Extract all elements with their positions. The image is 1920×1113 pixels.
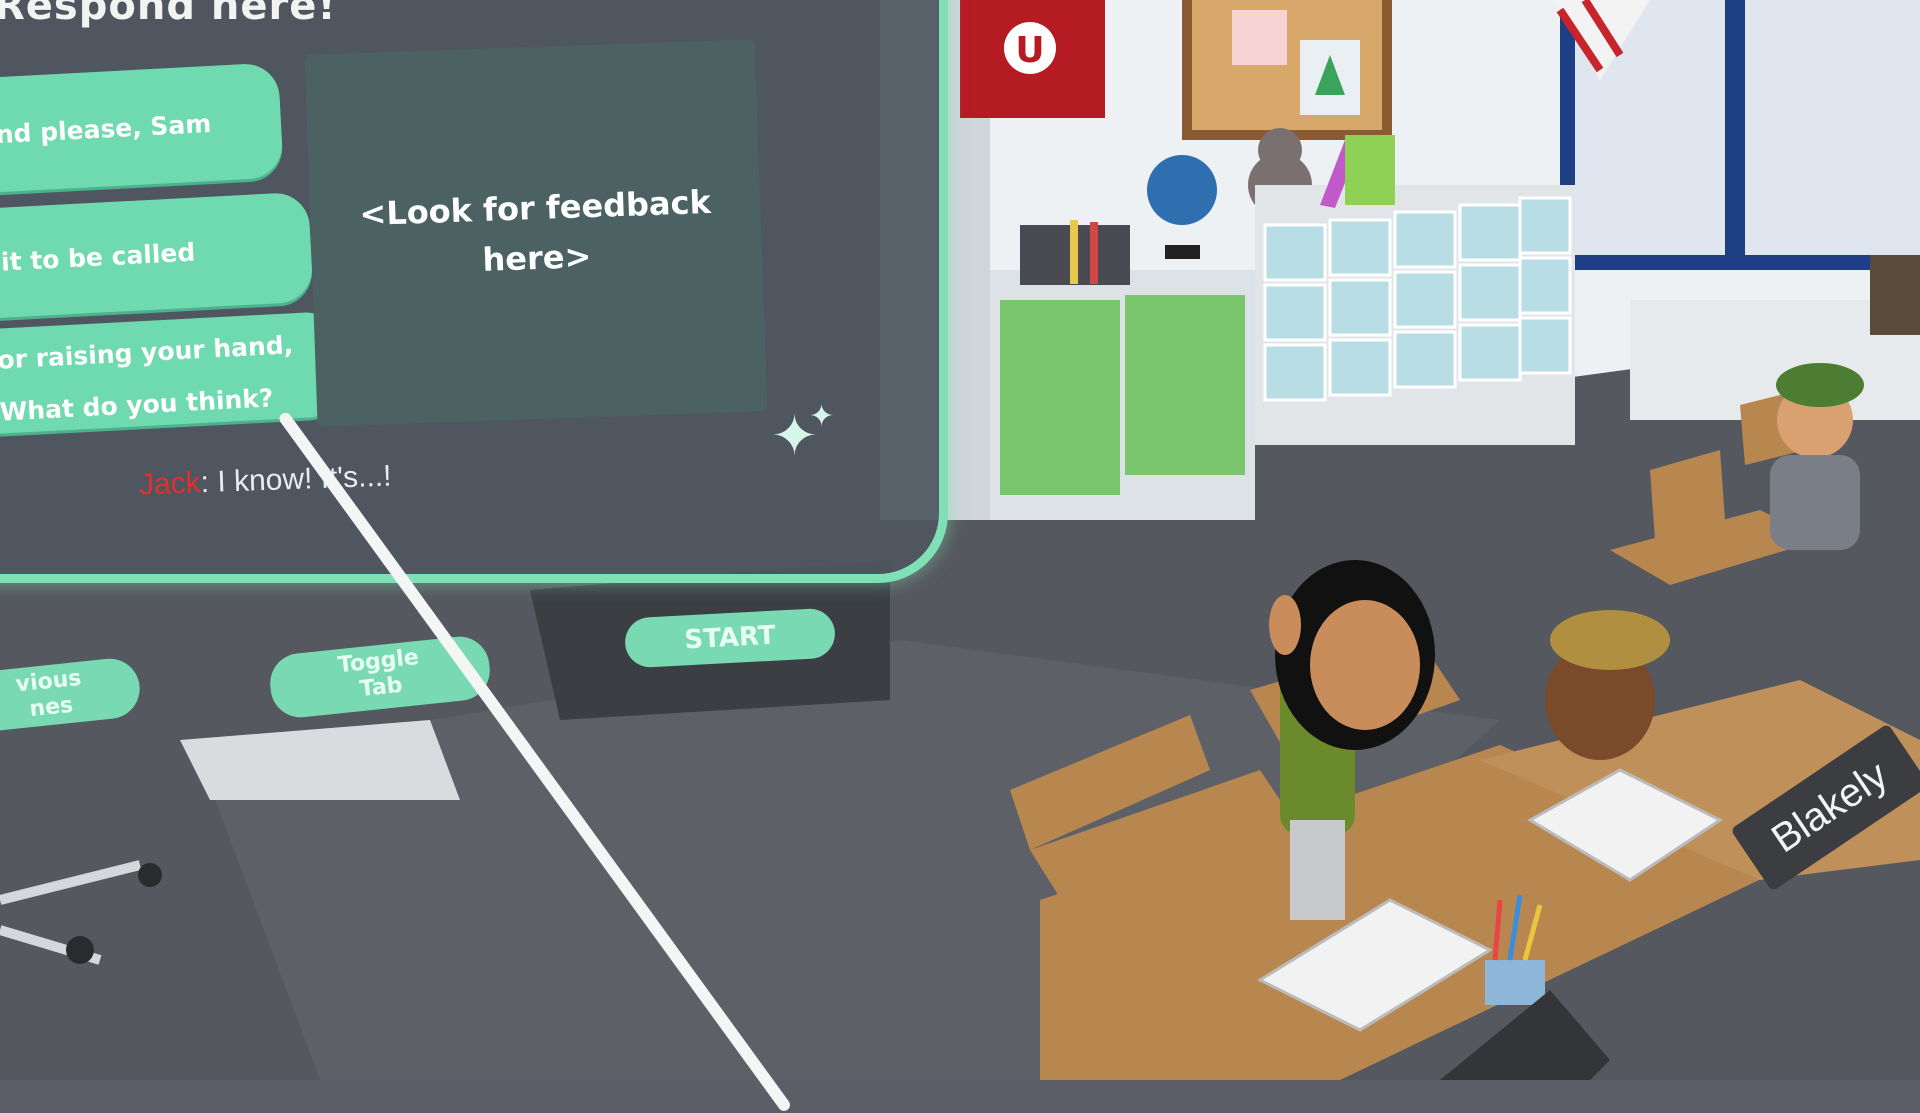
svg-text:U: U	[1015, 30, 1044, 71]
feedback-box: <Look for feedback here>	[304, 39, 768, 427]
panel-title: Respond here!	[0, 0, 337, 29]
sparkle-small-icon: ✦	[809, 399, 835, 434]
response-option-1[interactable]: hand please, Sam	[0, 62, 284, 195]
chat-speaker-name: Jack	[138, 466, 202, 502]
chat-message: : I know! It's...!	[200, 459, 392, 500]
student-chat-line: Jack: I know! It's...!	[138, 460, 392, 503]
response-panel: Respond here! hand please, Sam wait to b…	[0, 0, 948, 583]
response-option-2[interactable]: wait to be called	[0, 191, 314, 321]
